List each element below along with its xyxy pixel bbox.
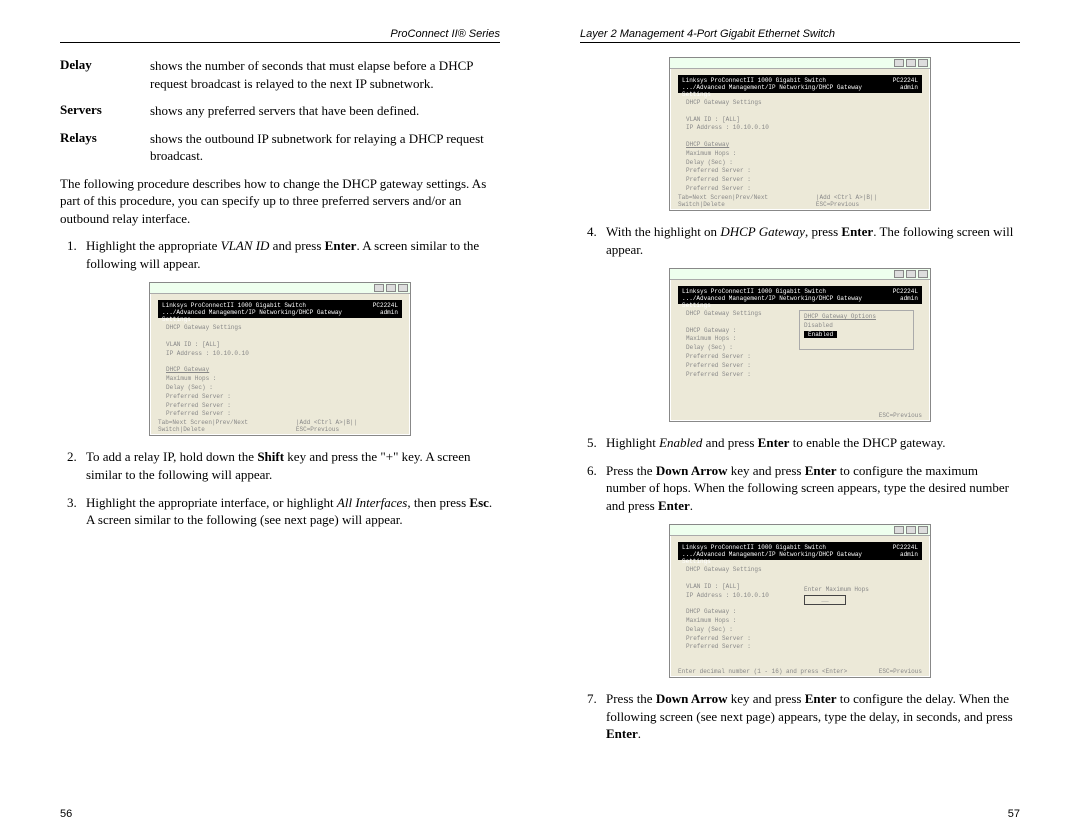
window-controls — [150, 283, 410, 294]
step-6: Press the Down Arrow key and press Enter… — [600, 462, 1020, 515]
page-number-left: 56 — [60, 808, 72, 820]
step-1: Highlight the appropriate VLAN ID and pr… — [80, 237, 500, 272]
screenshot-gateway-options: Linksys ProConnectII 1000 Gigabit Switch… — [669, 268, 931, 422]
minimize-icon — [374, 284, 384, 292]
page-number-right: 57 — [1008, 808, 1020, 820]
close-icon — [918, 270, 928, 278]
header-left: ProConnect II® Series — [60, 28, 500, 43]
definition-list: Delay shows the number of seconds that m… — [60, 57, 500, 165]
minimize-icon — [894, 270, 904, 278]
minimize-icon — [894, 59, 904, 67]
page-right: Layer 2 Management 4-Port Gigabit Ethern… — [540, 0, 1080, 834]
maximize-icon — [386, 284, 396, 292]
def-row: Relays shows the outbound IP subnetwork … — [60, 130, 500, 165]
def-row: Servers shows any preferred servers that… — [60, 102, 500, 120]
step-5: Highlight Enabled and press Enter to ena… — [600, 434, 1020, 452]
maximize-icon — [906, 59, 916, 67]
def-desc: shows the number of seconds that must el… — [150, 57, 500, 92]
maximize-icon — [906, 270, 916, 278]
step-2: To add a relay IP, hold down the Shift k… — [80, 448, 500, 483]
intro-para: The following procedure describes how to… — [60, 175, 500, 228]
def-term: Delay — [60, 57, 150, 92]
screenshot-dhcp-settings: Linksys ProConnectII 1000 Gigabit Switch… — [669, 57, 931, 211]
def-desc: shows any preferred servers that have be… — [150, 102, 500, 120]
page-left: ProConnect II® Series Delay shows the nu… — [0, 0, 540, 834]
step-3: Highlight the appropriate interface, or … — [80, 494, 500, 529]
header-right: Layer 2 Management 4-Port Gigabit Ethern… — [580, 28, 1020, 43]
screenshot-max-hops: Linksys ProConnectII 1000 Gigabit Switch… — [669, 524, 931, 678]
maximize-icon — [906, 526, 916, 534]
minimize-icon — [894, 526, 904, 534]
close-icon — [918, 526, 928, 534]
step-4: With the highlight on DHCP Gateway, pres… — [600, 223, 1020, 258]
close-icon — [918, 59, 928, 67]
close-icon — [398, 284, 408, 292]
def-term: Relays — [60, 130, 150, 165]
window-controls — [670, 269, 930, 280]
window-controls — [670, 58, 930, 69]
def-term: Servers — [60, 102, 150, 120]
screenshot-vlan-settings: Linksys ProConnectII 1000 Gigabit Switch… — [149, 282, 411, 436]
window-controls — [670, 525, 930, 536]
def-row: Delay shows the number of seconds that m… — [60, 57, 500, 92]
max-hops-input-box: __ — [804, 595, 846, 605]
enabled-option-highlight: Enabled — [804, 331, 837, 339]
step-7: Press the Down Arrow key and press Enter… — [600, 690, 1020, 743]
def-desc: shows the outbound IP subnetwork for rel… — [150, 130, 500, 165]
